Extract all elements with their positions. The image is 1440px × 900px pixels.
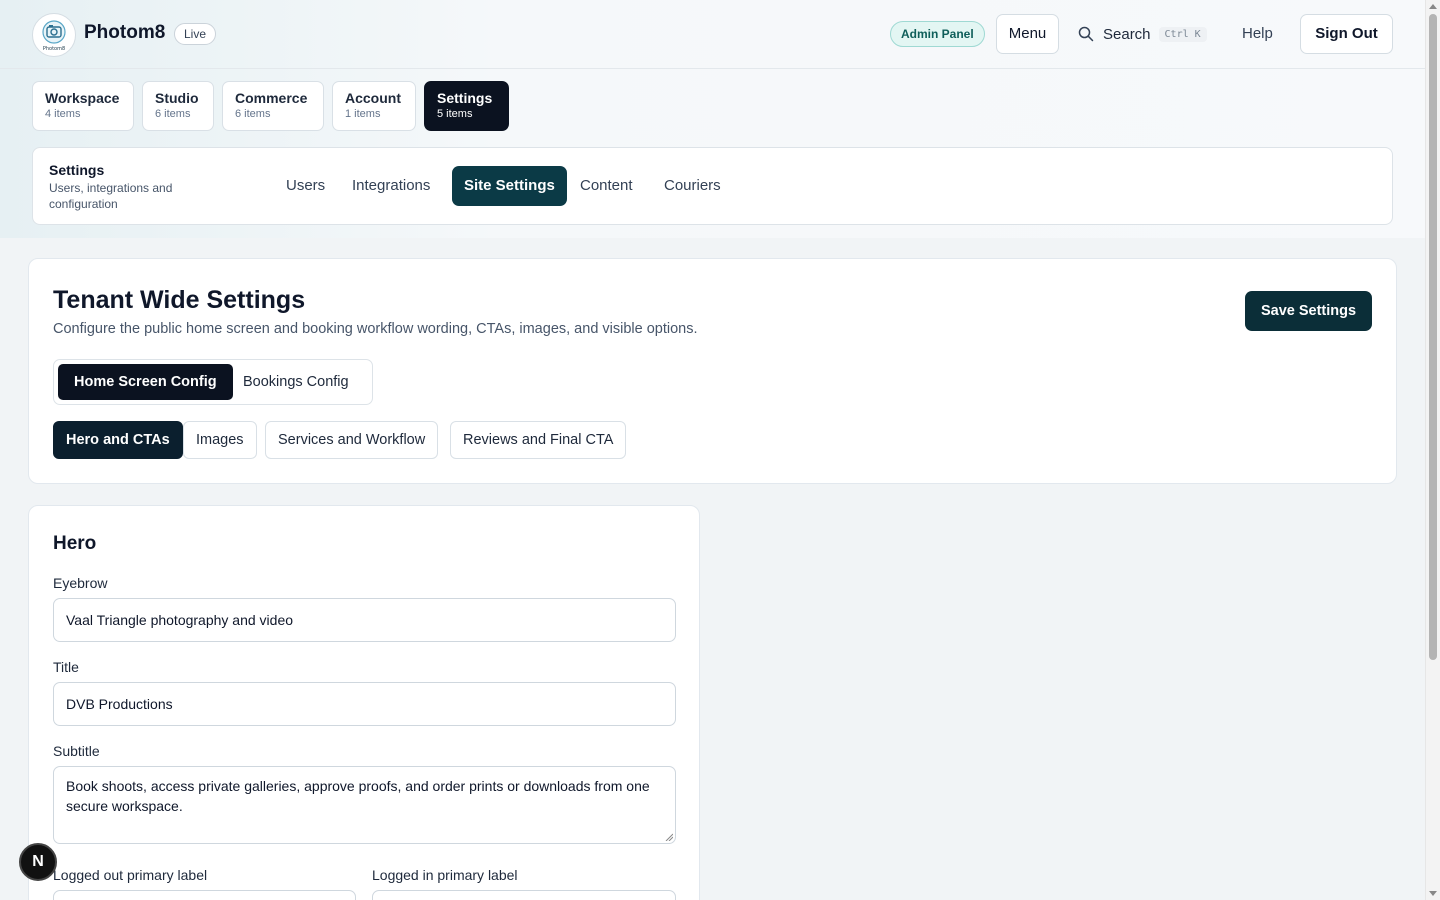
logged-in-primary-input[interactable] [372, 890, 676, 900]
tab-hero-and-ctas[interactable]: Hero and CTAs [53, 421, 183, 459]
group-tab-title: Studio [155, 90, 199, 106]
subnav-item-users[interactable]: Users [274, 166, 337, 206]
menu-button[interactable]: Menu [996, 14, 1059, 54]
title-input[interactable]: DVB Productions [53, 682, 676, 726]
resize-handle-icon[interactable] [665, 833, 673, 841]
group-tab-account[interactable]: Account 1 items [332, 81, 416, 131]
tab-home-screen-config[interactable]: Home Screen Config [58, 364, 233, 400]
top-bar: Photom8 Photom8 Live Admin Panel Menu Se… [0, 0, 1425, 69]
group-tab-title: Workspace [45, 90, 120, 106]
logged-out-primary-input[interactable] [53, 890, 356, 900]
subtitle-label: Subtitle [53, 743, 100, 759]
brand-name[interactable]: Photom8 [84, 22, 165, 44]
hero-card: Hero Eyebrow Vaal Triangle photography a… [28, 505, 700, 900]
subnav-item-integrations[interactable]: Integrations [340, 166, 442, 206]
group-tab-count: 5 items [437, 108, 473, 120]
admin-panel-badge[interactable]: Admin Panel [890, 21, 985, 47]
svg-text:Photom8: Photom8 [43, 46, 65, 52]
scroll-up-arrow-icon[interactable] [1429, 4, 1437, 9]
logged-in-primary-label: Logged in primary label [372, 867, 518, 883]
settings-subnav: Settings Users, integrations and configu… [32, 147, 1393, 225]
group-tab-count: 6 items [155, 108, 191, 120]
group-tab-count: 6 items [235, 108, 271, 120]
eyebrow-label: Eyebrow [53, 575, 108, 591]
help-link[interactable]: Help [1242, 25, 1273, 42]
tab-images[interactable]: Images [183, 421, 257, 459]
search-icon [1078, 26, 1094, 42]
group-tab-title: Account [345, 90, 401, 106]
subnav-item-site-settings[interactable]: Site Settings [452, 166, 567, 206]
section-title: Hero [53, 533, 97, 554]
tenant-settings-card: Tenant Wide Settings Configure the publi… [28, 258, 1397, 484]
subnav-item-content[interactable]: Content [568, 166, 645, 206]
subnav-description: Users, integrations and configuration [49, 181, 173, 211]
tab-reviews-and-final-cta[interactable]: Reviews and Final CTA [450, 421, 627, 459]
group-tab-workspace[interactable]: Workspace 4 items [32, 81, 134, 131]
tab-bookings-config[interactable]: Bookings Config [227, 364, 365, 400]
title-label: Title [53, 659, 79, 675]
page-title: Tenant Wide Settings [53, 286, 306, 314]
tab-services-and-workflow[interactable]: Services and Workflow [265, 421, 439, 459]
eyebrow-input[interactable]: Vaal Triangle photography and video [53, 598, 676, 642]
sign-out-button[interactable]: Sign Out [1300, 14, 1393, 54]
dev-tools-badge[interactable]: N [19, 843, 57, 881]
status-badge: Live [174, 23, 217, 45]
group-tab-count: 1 items [345, 108, 381, 120]
page-description: Configure the public home screen and boo… [53, 321, 698, 337]
subtitle-text: Book shoots, access private galleries, a… [66, 778, 650, 814]
scroll-thumb[interactable] [1429, 14, 1437, 660]
scroll-down-arrow-icon[interactable] [1429, 891, 1437, 896]
group-tab-commerce[interactable]: Commerce 6 items [222, 81, 324, 131]
subnav-title: Settings [49, 162, 105, 178]
subtitle-textarea[interactable]: Book shoots, access private galleries, a… [53, 766, 676, 844]
search-label: Search [1103, 25, 1151, 43]
search-button[interactable]: Search Ctrl K [1078, 22, 1207, 46]
subnav-item-couriers[interactable]: Couriers [652, 166, 733, 206]
page-scrollbar[interactable] [1425, 0, 1440, 900]
group-tab-studio[interactable]: Studio 6 items [142, 81, 214, 131]
group-tab-title: Settings [437, 90, 493, 106]
config-segmented-control: Home Screen Config Bookings Config [53, 359, 373, 405]
camera-logo-icon: Photom8 [42, 20, 66, 52]
search-shortcut: Ctrl K [1158, 26, 1207, 42]
group-tab-settings[interactable]: Settings 5 items [424, 81, 509, 131]
group-tab-count: 4 items [45, 108, 81, 120]
brand-logo[interactable]: Photom8 [32, 13, 76, 57]
logged-out-primary-label: Logged out primary label [53, 867, 208, 883]
save-settings-button[interactable]: Save Settings [1245, 291, 1372, 331]
group-tab-title: Commerce [235, 90, 308, 106]
